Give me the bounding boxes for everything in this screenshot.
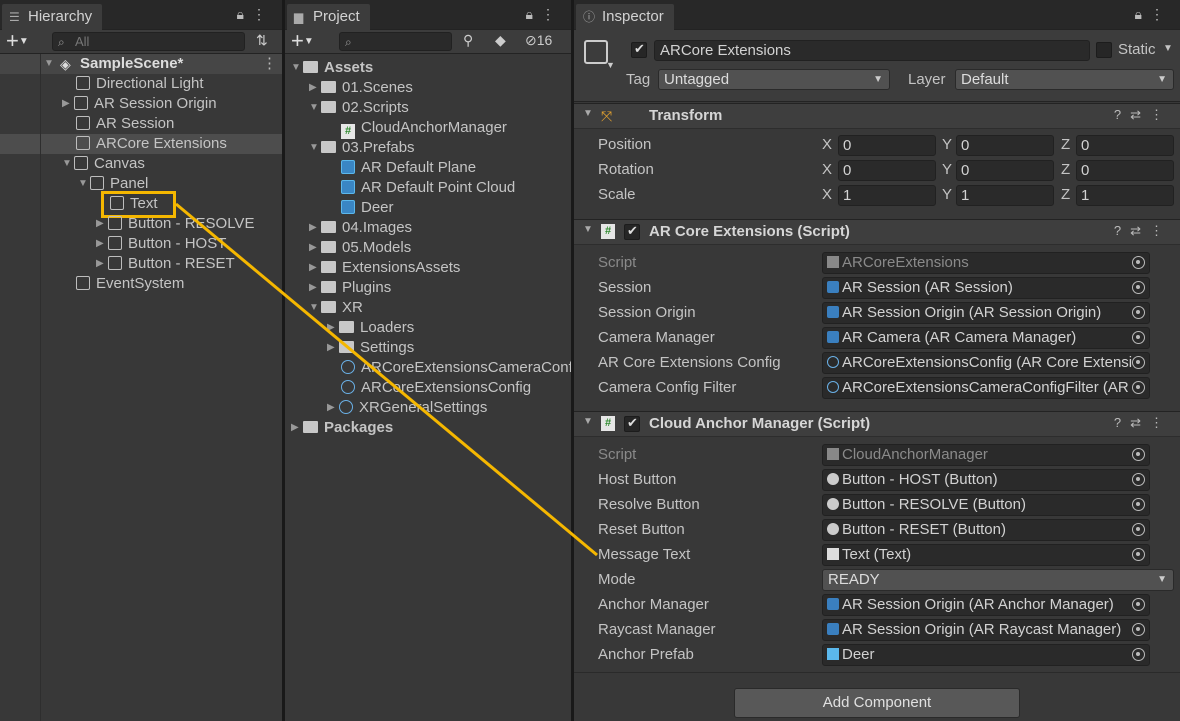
annotation-arrow: [175, 202, 598, 557]
